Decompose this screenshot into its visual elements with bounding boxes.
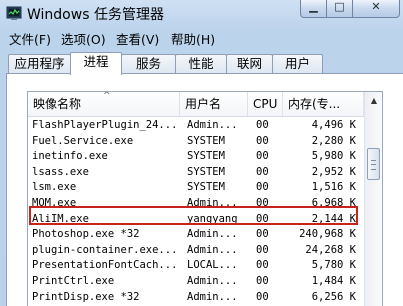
process-cpu: 00 [256,259,269,272]
tab-processes[interactable]: 进程 [70,52,122,75]
process-cpu: 00 [256,243,269,256]
table-row[interactable]: lsm.exe SYSTEM 00 1,516 K [28,180,364,195]
process-memory: 2,952 K [311,165,356,178]
process-user: SYSTEM [187,165,225,178]
process-user: SYSTEM [187,150,225,163]
process-name: AliIM.exe [32,212,89,225]
tab-users[interactable]: 用户 [272,54,323,74]
process-name: plugin-container.exe... [32,243,178,256]
task-manager-window: Windows 任务管理器 ▁ □ ✕ 文件(F) 选项(O) 查看(V) 帮助… [0,0,403,306]
tab-performance[interactable]: 性能 [175,54,227,74]
process-user: Admin... [187,275,238,287]
process-memory: 2,280 K [311,134,356,147]
process-cpu: 00 [256,290,269,303]
close-button[interactable]: ✕ [352,0,400,18]
table-row[interactable]: lsass.exe SYSTEM 00 2,952 K [28,165,364,180]
column-user-name[interactable]: 用户名 [180,92,248,116]
process-name: MOM.exe [32,197,77,209]
process-name: FlashPlayerPlugin_24... [32,119,178,131]
tab-networking[interactable]: 联网 [226,54,273,74]
process-cpu: 00 [256,275,269,287]
process-name: lsass.exe [32,165,89,178]
process-memory: 4,496 K [311,119,356,131]
sort-ascending-icon: ^ [103,92,111,101]
process-memory: 24,268 K [305,243,356,256]
process-name: lsm.exe [32,181,77,194]
process-memory: 5,780 K [311,259,356,272]
menu-help[interactable]: 帮助(H) [171,29,215,48]
process-memory: 240,968 K [299,228,356,241]
column-image-name-label: 映像名称 [33,97,82,111]
process-memory: 2,144 K [311,212,356,225]
process-user: Admin... [187,197,238,209]
scrollbar-thumb[interactable] [367,148,380,180]
table-row[interactable]: PrintCtrl.exe Admin... 00 1,484 K [28,274,364,289]
process-name: Photoshop.exe *32 [32,228,140,241]
table-row[interactable]: plugin-container.exe... Admin... 00 24,268 … [28,243,364,258]
menu-file[interactable]: 文件(F) [9,29,51,48]
process-cpu: 00 [256,119,269,131]
process-name: PrintDisp.exe *32 [32,290,140,303]
scroll-up-icon[interactable]: ▲ [366,92,382,109]
minimize-icon: ▁ [309,0,318,13]
process-name: inetinfo.exe [32,150,108,163]
process-user: Admin... [187,119,238,131]
process-user: Admin... [187,228,238,241]
table-row[interactable]: MOM.exe Admin... 00 6,968 K [28,196,364,211]
process-list[interactable]: 映像名称 ^ 用户名 CPU 内存(专... FlashPlayerPlugin… [27,91,383,306]
tab-services[interactable]: 服务 [121,54,176,74]
process-user: SYSTEM [187,181,225,194]
menu-options[interactable]: 选项(O) [61,29,106,48]
process-cpu: 00 [256,197,269,209]
minimize-button[interactable]: ▁ [300,0,327,18]
column-header: 映像名称 ^ 用户名 CPU 内存(专... [28,92,364,117]
close-icon: ✕ [371,0,381,13]
column-image-name[interactable]: 映像名称 ^ [28,92,180,116]
process-cpu: 00 [256,212,269,225]
process-memory: 5,980 K [311,150,356,163]
table-row[interactable]: PrintDisp.exe *32 Admin... 00 6,256 K [28,290,364,305]
table-row[interactable]: FlashPlayerPlugin_24... Admin... 00 4,496 K [28,118,364,133]
grip-icon [371,160,376,170]
process-memory: 1,484 K [311,275,356,287]
maximize-icon: □ [334,0,345,13]
title-bar[interactable]: Windows 任务管理器 ▁ □ ✕ [0,0,403,26]
process-name: PrintCtrl.exe [32,275,115,287]
table-row[interactable]: inetinfo.exe SYSTEM 00 5,980 K [28,149,364,164]
column-memory[interactable]: 内存(专... [283,92,364,116]
tab-applications[interactable]: 应用程序 [8,54,71,74]
table-row[interactable]: AliIM.exe yangyang 00 2,144 K [28,212,364,227]
table-row[interactable]: PresentationFontCach... LOCAL... 00 5,780 K [28,258,364,273]
processes-panel: 映像名称 ^ 用户名 CPU 内存(专... FlashPlayerPlugin… [6,73,403,306]
process-cpu: 00 [256,150,269,163]
process-user: yangyang [187,212,238,225]
menu-bar: 文件(F) 选项(O) 查看(V) 帮助(H) [0,26,403,48]
menu-view[interactable]: 查看(V) [116,29,159,48]
process-user: SYSTEM [187,134,225,147]
process-memory: 6,968 K [311,197,356,209]
task-manager-icon [6,6,22,20]
maximize-button[interactable]: □ [326,0,353,18]
process-memory: 6,256 K [311,290,356,303]
table-row[interactable]: Photoshop.exe *32 Admin... 00 240,968 K [28,227,364,242]
process-cpu: 00 [256,165,269,178]
process-cpu: 00 [256,134,269,147]
process-name: PresentationFontCach... [32,259,178,272]
process-name: Fuel.Service.exe [32,134,134,147]
process-user: Admin... [187,290,238,303]
process-cpu: 00 [256,228,269,241]
process-user: LOCAL... [187,259,238,272]
tab-strip: 应用程序 进程 服务 性能 联网 用户 [6,52,403,75]
vertical-scrollbar[interactable]: ▲ ▼ [364,92,382,306]
process-cpu: 00 [256,181,269,194]
table-row[interactable]: Fuel.Service.exe SYSTEM 00 2,280 K [28,134,364,149]
window-title: Windows 任务管理器 [27,7,164,23]
process-user: Admin... [187,243,238,256]
column-cpu[interactable]: CPU [248,92,283,116]
process-memory: 1,516 K [311,181,356,194]
